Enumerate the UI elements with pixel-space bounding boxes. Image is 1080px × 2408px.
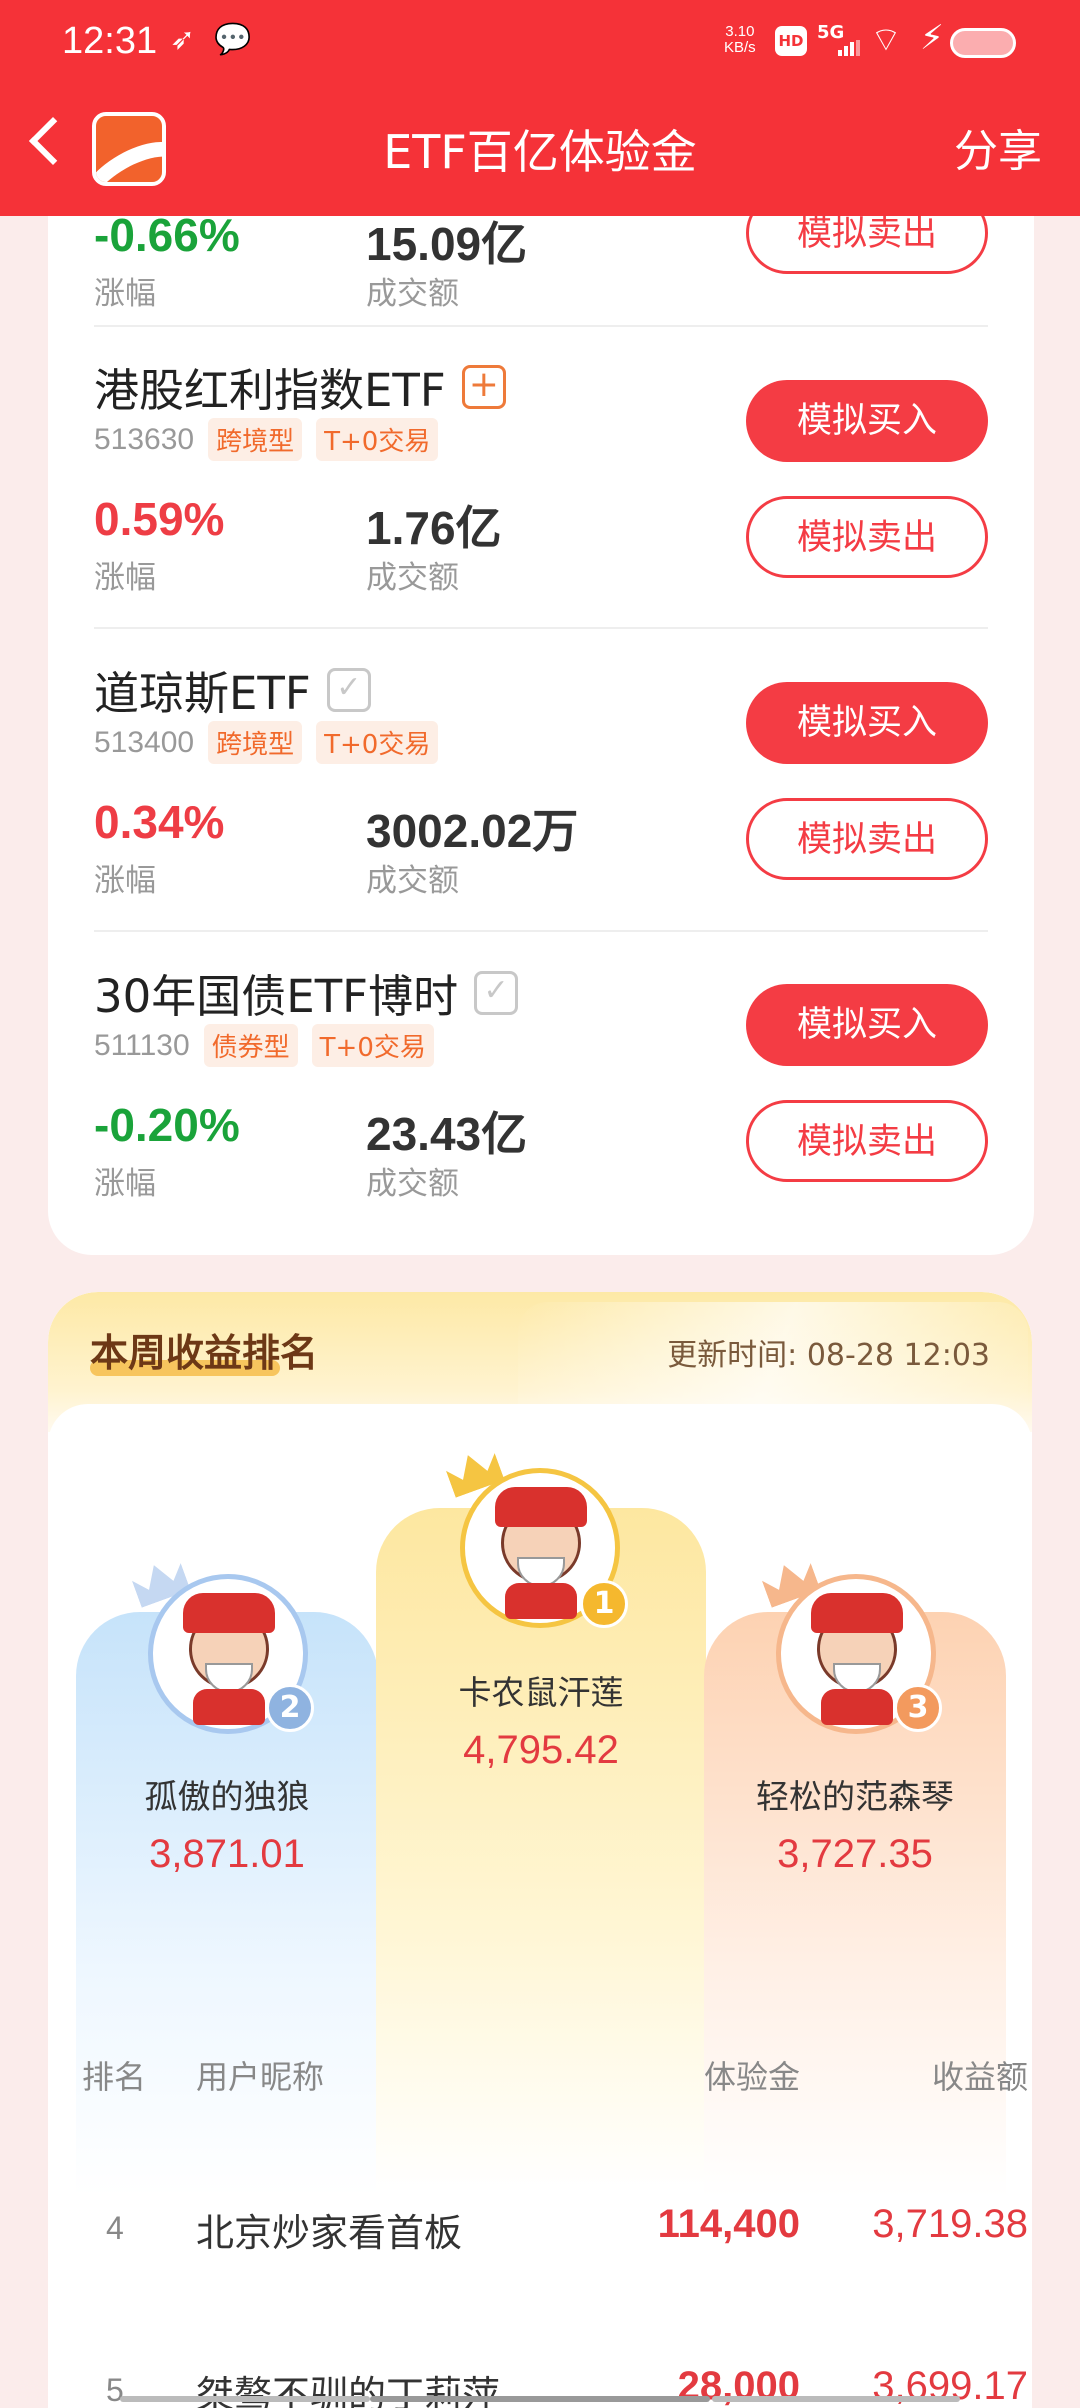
hd-icon: HD [775, 26, 807, 56]
rank-badge-3: 3 [894, 1684, 942, 1732]
row-name: 北京炒家看首板 [196, 2211, 463, 2255]
tag-trade: T+0交易 [316, 721, 439, 764]
podium-value: 4,795.42 [463, 1728, 619, 1772]
volume-label: 成交额 [366, 276, 459, 312]
etf-code-line: 511130 债券型 T+0交易 [94, 1024, 434, 1067]
etf-list-card: -0.66% 涨幅 15.09亿 成交额 模拟卖出 港股红利指数ETF + 513… [48, 160, 1034, 1255]
etf-code-line: 513630 跨境型 T+0交易 [94, 418, 439, 461]
ranking-title: 本周收益排名 [90, 1331, 319, 1375]
chat-bubble-icon: 💬 [214, 22, 252, 57]
signal-bars-icon [838, 40, 860, 56]
change-value: -0.66% [94, 209, 240, 261]
podium-name: 轻松的范森琴 [756, 1777, 954, 1816]
col-profit: 收益额 [931, 2058, 1028, 2096]
change-label: 涨幅 [94, 276, 156, 312]
podium-value: 3,727.35 [777, 1832, 933, 1876]
etf-name: 道琼斯ETF ✓ [94, 657, 371, 722]
podium-name: 卡农鼠汗莲 [458, 1673, 624, 1712]
etf-name: 港股红利指数ETF + [94, 354, 506, 419]
simulate-buy-button[interactable]: 模拟买入 [746, 682, 988, 764]
top-bar: 12:31 ➶ 💬 3.10 KB/s HD 5G ⌔ ⚡ ETF百亿体验金 分享 [0, 0, 1080, 216]
rank-badge-1: 1 [580, 1580, 628, 1628]
update-time: 更新时间: 08-28 12:03 [667, 1338, 990, 1373]
podium-name: 孤傲的独狼 [144, 1777, 310, 1816]
tag-trade: T+0交易 [316, 418, 439, 461]
etf-code-line: 513400 跨境型 T+0交易 [94, 721, 439, 764]
horizontal-scrollbar-thumb[interactable] [370, 2396, 710, 2402]
check-box-icon[interactable]: ✓ [474, 970, 519, 1015]
change-value: -0.20% [94, 1099, 240, 1151]
simulate-sell-button[interactable]: 模拟卖出 [746, 1100, 988, 1182]
row-rank: 5 [106, 2372, 124, 2408]
volume-label: 成交额 [366, 863, 459, 899]
etf-name: 30年国债ETF博时 ✓ [94, 960, 519, 1025]
plus-box-icon[interactable]: + [461, 364, 506, 409]
change-label: 涨幅 [94, 560, 156, 596]
row-rank: 4 [106, 2210, 124, 2246]
simulate-buy-button[interactable]: 模拟买入 [746, 984, 988, 1066]
tag-type: 债券型 [203, 1024, 298, 1067]
col-fund: 体验金 [703, 2058, 800, 2096]
etf-code: 513630 [94, 422, 195, 456]
volume-value: 23.43亿 [366, 1108, 528, 1160]
simulate-buy-button[interactable]: 模拟买入 [746, 380, 988, 462]
etf-code: 511130 [94, 1028, 190, 1062]
change-value: 0.59% [94, 493, 225, 545]
col-rank: 排名 [82, 2058, 147, 2096]
card-body-top [48, 1404, 1032, 1464]
tag-trade: T+0交易 [311, 1024, 434, 1067]
divider [94, 325, 988, 327]
feishu-icon: ➶ [170, 22, 196, 57]
change-label: 涨幅 [94, 1166, 156, 1202]
table-row: 4 北京炒家看首板 114,400 3,719.38 [48, 2202, 1032, 2302]
row-fund: 114,400 [657, 2202, 800, 2246]
check-box-icon[interactable]: ✓ [326, 667, 371, 712]
weekly-ranking-card: 本周收益排名 更新时间: 08-28 12:03 2 孤傲的独狼 3,871.0… [48, 1292, 1032, 2408]
tag-type: 跨境型 [208, 721, 303, 764]
divider [94, 627, 988, 629]
podium-value: 3,871.01 [149, 1832, 305, 1876]
volume-label: 成交额 [366, 560, 459, 596]
rank-badge-2: 2 [266, 1684, 314, 1732]
divider [94, 930, 988, 932]
volume-value: 1.76亿 [366, 502, 502, 554]
row-profit: 3,719.38 [872, 2202, 1028, 2246]
change-label: 涨幅 [94, 863, 156, 899]
volume-value: 15.09亿 [366, 218, 528, 270]
net-speed: 3.10 KB/s [724, 23, 756, 56]
page-title: ETF百亿体验金 [383, 125, 697, 179]
horizontal-scrollbar-track[interactable] [712, 2396, 960, 2402]
col-nickname: 用户昵称 [196, 2058, 325, 2096]
battery-icon [950, 28, 1016, 58]
status-time: 12:31 [62, 20, 158, 62]
change-value: 0.34% [94, 796, 225, 848]
volume-value: 3002.02万 [366, 805, 579, 857]
share-button[interactable]: 分享 [954, 124, 1042, 180]
simulate-sell-button[interactable]: 模拟卖出 [746, 496, 988, 578]
tag-type: 跨境型 [208, 418, 303, 461]
charging-icon: ⚡ [920, 18, 944, 58]
horizontal-scrollbar[interactable] [120, 2396, 370, 2402]
wifi-icon: ⌔ [870, 20, 902, 60]
etf-code: 513400 [94, 725, 195, 759]
volume-label: 成交额 [366, 1166, 459, 1202]
simulate-sell-button[interactable]: 模拟卖出 [746, 798, 988, 880]
